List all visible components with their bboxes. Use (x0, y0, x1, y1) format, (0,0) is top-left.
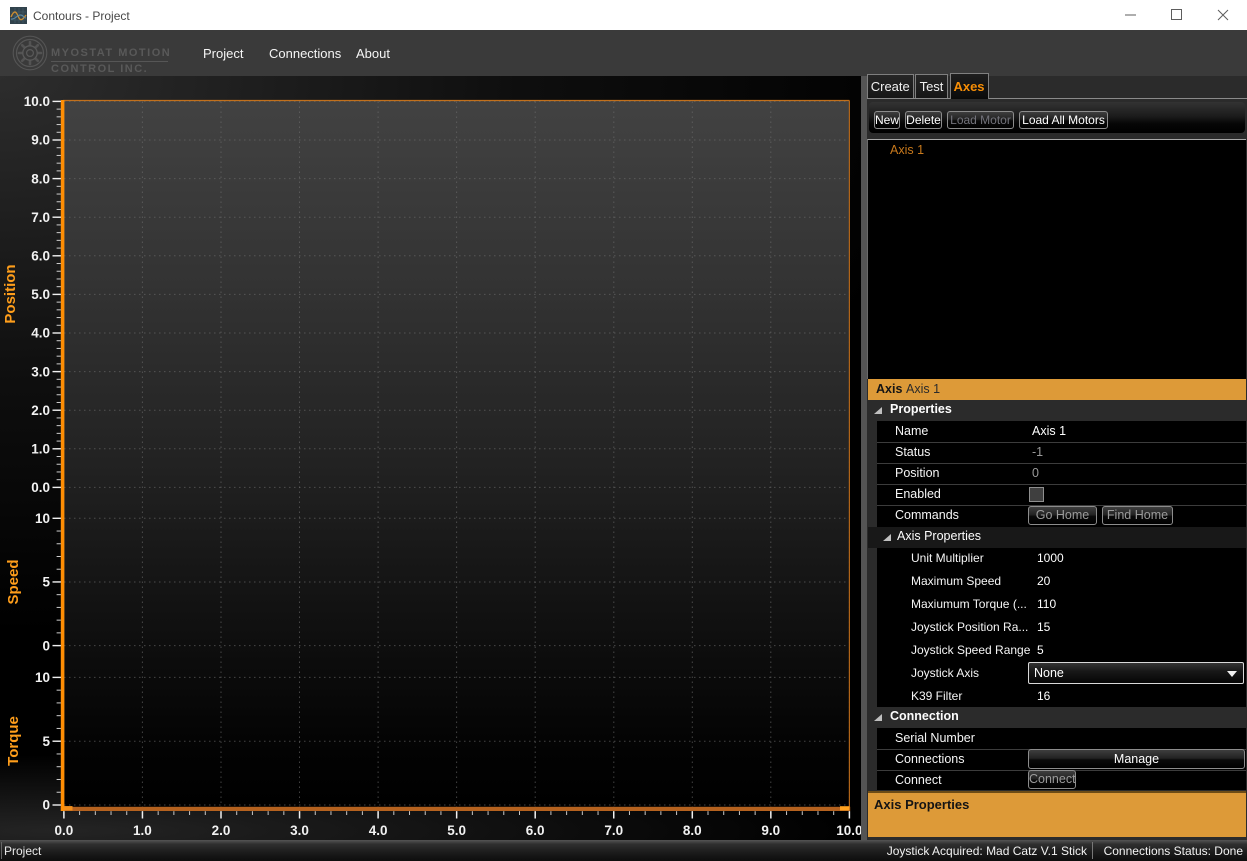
svg-text:1.0: 1.0 (133, 823, 152, 838)
svg-text:10.0: 10.0 (836, 823, 861, 838)
svg-text:0.0: 0.0 (55, 823, 74, 838)
svg-text:7.0: 7.0 (604, 823, 623, 838)
svg-text:6.0: 6.0 (31, 249, 50, 264)
svg-text:8.0: 8.0 (31, 171, 50, 186)
svg-text:Torque: Torque (5, 716, 22, 766)
svg-text:0: 0 (42, 638, 50, 653)
svg-text:4.0: 4.0 (31, 326, 50, 341)
svg-text:0: 0 (42, 798, 50, 813)
svg-text:8.0: 8.0 (683, 823, 702, 838)
svg-text:10: 10 (35, 511, 50, 526)
svg-text:9.0: 9.0 (31, 133, 50, 148)
svg-text:6.0: 6.0 (526, 823, 545, 838)
svg-text:3.0: 3.0 (290, 823, 309, 838)
svg-text:1.0: 1.0 (31, 442, 50, 457)
svg-text:5.0: 5.0 (447, 823, 466, 838)
svg-text:Position: Position (2, 264, 19, 323)
svg-text:3.0: 3.0 (31, 364, 50, 379)
svg-text:0.0: 0.0 (31, 480, 50, 495)
svg-text:5: 5 (42, 734, 50, 749)
svg-text:5: 5 (42, 575, 50, 590)
svg-text:5.0: 5.0 (31, 287, 50, 302)
svg-text:10: 10 (35, 670, 50, 685)
svg-text:4.0: 4.0 (369, 823, 388, 838)
svg-text:7.0: 7.0 (31, 210, 50, 225)
svg-text:Speed: Speed (5, 559, 22, 604)
svg-text:2.0: 2.0 (212, 823, 231, 838)
svg-text:10.0: 10.0 (24, 94, 50, 109)
svg-text:2.0: 2.0 (31, 403, 50, 418)
svg-text:9.0: 9.0 (761, 823, 780, 838)
